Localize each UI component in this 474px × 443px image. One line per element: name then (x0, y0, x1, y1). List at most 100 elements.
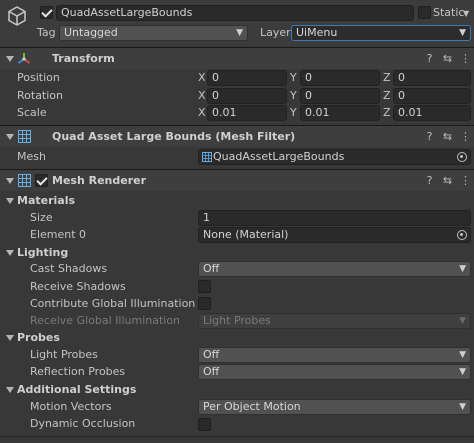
light-probes-dropdown[interactable]: Off ▼ (198, 347, 471, 363)
receive-gi-label: Receive Global Illumination (30, 314, 181, 327)
scale-z-label[interactable]: Z (383, 105, 391, 121)
rotation-x-label[interactable]: X (198, 88, 206, 104)
chevron-down-icon: ▼ (459, 367, 466, 377)
motion-vectors-label: Motion Vectors (30, 400, 112, 413)
additional-settings-foldout[interactable]: Additional Settings (17, 382, 136, 398)
contribute-gi-label: Contribute Global Illumination (30, 297, 196, 310)
object-name-field[interactable]: QuadAssetLargeBounds (56, 5, 414, 21)
preset-icon[interactable]: ⇆ (441, 52, 454, 65)
foldout-arrow-icon[interactable] (6, 387, 14, 393)
element0-label: Element 0 (30, 228, 87, 241)
contribute-gi-toggle[interactable] (198, 297, 211, 310)
transform-header[interactable]: Transform ? ⇆ ⋮ (0, 47, 474, 69)
rotation-z-label[interactable]: Z (383, 88, 391, 104)
mesh-filter-header[interactable]: Quad Asset Large Bounds (Mesh Filter) ? … (0, 125, 474, 147)
gameobject-header: QuadAssetLargeBounds Static ▼ Tag Untagg… (0, 0, 474, 46)
reflection-probes-value: Off (203, 365, 220, 378)
rotation-x-field[interactable]: 0 (207, 88, 287, 104)
help-icon[interactable]: ? (423, 52, 436, 65)
receive-gi-value: Light Probes (203, 314, 271, 327)
menu-icon[interactable]: ⋮ (459, 174, 472, 187)
chevron-down-icon: ▼ (459, 402, 466, 412)
bottom-divider (0, 436, 474, 437)
tag-value: Untagged (64, 26, 118, 39)
transform-title: Transform (52, 52, 115, 65)
receive-gi-dropdown: Light Probes ▼ (198, 313, 471, 329)
chevron-down-icon: ▼ (459, 264, 466, 274)
mesh-renderer-enabled-toggle[interactable] (35, 174, 48, 187)
materials-size-label: Size (30, 211, 53, 224)
scale-y-label[interactable]: Y (290, 105, 297, 121)
receive-shadows-label: Receive Shadows (30, 280, 126, 293)
light-probes-label: Light Probes (30, 348, 98, 361)
motion-vectors-value: Per Object Motion (203, 400, 301, 413)
chevron-down-icon: ▼ (459, 350, 466, 360)
tag-label: Tag (37, 26, 56, 39)
chevron-down-icon: ▼ (459, 316, 466, 326)
probes-foldout[interactable]: Probes (17, 330, 60, 346)
cast-shadows-dropdown[interactable]: Off ▼ (198, 261, 471, 277)
foldout-arrow-icon[interactable] (6, 56, 14, 62)
transform-icon (17, 53, 31, 64)
position-y-label[interactable]: Y (290, 70, 297, 86)
mesh-filter-title: Quad Asset Large Bounds (Mesh Filter) (52, 130, 296, 143)
position-z-label[interactable]: Z (383, 70, 391, 86)
tag-dropdown[interactable]: Untagged ▼ (59, 25, 248, 41)
cast-shadows-value: Off (203, 262, 220, 275)
mesh-renderer-header[interactable]: Mesh Renderer ? ⇆ ⋮ (0, 169, 474, 191)
static-dropdown-icon[interactable]: ▼ (463, 9, 469, 18)
position-x-field[interactable]: 0 (207, 70, 287, 86)
scale-y-field[interactable]: 0.01 (300, 105, 380, 121)
rotation-y-label[interactable]: Y (290, 88, 297, 104)
foldout-arrow-icon[interactable] (6, 134, 14, 140)
materials-foldout[interactable]: Materials (17, 193, 75, 209)
position-x-label[interactable]: X (198, 70, 206, 86)
reflection-probes-label: Reflection Probes (30, 365, 126, 378)
preset-icon[interactable]: ⇆ (441, 130, 454, 143)
mesh-asset-icon (202, 152, 212, 162)
object-picker-icon[interactable] (457, 230, 467, 240)
gameobject-cube-icon (8, 6, 26, 26)
help-icon[interactable]: ? (423, 130, 436, 143)
static-toggle[interactable] (418, 6, 431, 19)
lighting-foldout[interactable]: Lighting (17, 245, 68, 261)
dynamic-occlusion-label: Dynamic Occlusion (30, 417, 136, 430)
mesh-object-field[interactable]: QuadAssetLargeBounds (198, 149, 471, 165)
layer-value: UiMenu (296, 26, 338, 39)
scale-z-field[interactable]: 0.01 (393, 105, 471, 121)
rotation-y-field[interactable]: 0 (300, 88, 380, 104)
chevron-down-icon: ▼ (236, 28, 243, 38)
menu-icon[interactable]: ⋮ (459, 130, 472, 143)
static-label: Static (433, 6, 465, 19)
foldout-arrow-icon[interactable] (6, 178, 14, 184)
position-y-field[interactable]: 0 (300, 70, 380, 86)
menu-icon[interactable]: ⋮ (459, 52, 472, 65)
reflection-probes-dropdown[interactable]: Off ▼ (198, 364, 471, 380)
layer-dropdown[interactable]: UiMenu ▼ (291, 25, 471, 41)
receive-shadows-toggle[interactable] (198, 280, 211, 293)
chevron-down-icon: ▼ (459, 28, 466, 38)
element0-object-field[interactable]: None (Material) (198, 227, 471, 243)
foldout-arrow-icon[interactable] (6, 335, 14, 341)
position-z-field[interactable]: 0 (393, 70, 471, 86)
scale-label: Scale (17, 106, 47, 119)
mesh-renderer-title: Mesh Renderer (52, 174, 147, 187)
materials-size-field[interactable]: 1 (198, 210, 471, 226)
element0-value: None (Material) (203, 228, 289, 241)
foldout-arrow-icon[interactable] (6, 198, 14, 204)
light-probes-value: Off (203, 348, 220, 361)
scale-x-field[interactable]: 0.01 (207, 105, 287, 121)
mesh-renderer-icon (18, 174, 31, 187)
preset-icon[interactable]: ⇆ (441, 174, 454, 187)
foldout-arrow-icon[interactable] (6, 250, 14, 256)
position-label: Position (17, 71, 60, 84)
rotation-z-field[interactable]: 0 (393, 88, 471, 104)
motion-vectors-dropdown[interactable]: Per Object Motion ▼ (198, 399, 471, 415)
scale-x-label[interactable]: X (198, 105, 206, 121)
active-toggle[interactable] (40, 6, 53, 19)
mesh-value: QuadAssetLargeBounds (213, 150, 345, 163)
mesh-label: Mesh (17, 150, 46, 163)
help-icon[interactable]: ? (423, 174, 436, 187)
dynamic-occlusion-toggle[interactable] (198, 418, 211, 431)
object-picker-icon[interactable] (457, 152, 467, 162)
